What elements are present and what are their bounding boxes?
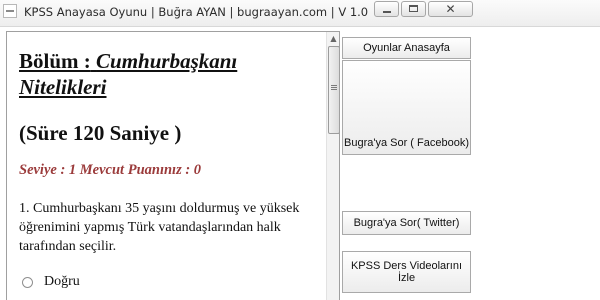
question-content: Bölüm : Cumhurbaşkanı Nitelikleri (Süre … bbox=[19, 48, 319, 290]
duration-text: (Süre 120 Saniye ) bbox=[19, 121, 182, 145]
close-button[interactable]: ✕ bbox=[428, 1, 473, 17]
minimize-icon bbox=[383, 11, 391, 13]
app-icon bbox=[3, 4, 17, 18]
minimize-button[interactable] bbox=[374, 1, 399, 17]
option-true[interactable]: Doğru bbox=[19, 274, 319, 290]
games-home-button[interactable]: Oyunlar Anasayfa bbox=[342, 37, 471, 59]
vertical-scrollbar[interactable]: ▲ bbox=[326, 32, 339, 300]
ask-facebook-button[interactable]: Bugra'ya Sor ( Facebook) bbox=[342, 60, 471, 155]
section-heading: Bölüm : Cumhurbaşkanı Nitelikleri bbox=[19, 48, 319, 100]
maximize-button[interactable] bbox=[401, 1, 426, 17]
app-window: KPSS Anayasa Oyunu | Buğra AYAN | bugraa… bbox=[0, 0, 600, 300]
radio-button[interactable] bbox=[22, 276, 33, 288]
scrollbar-thumb[interactable] bbox=[328, 46, 339, 134]
scroll-up-icon[interactable]: ▲ bbox=[327, 32, 339, 46]
title-bar[interactable]: KPSS Anayasa Oyunu | Buğra AYAN | bugraa… bbox=[0, 0, 600, 27]
question-panel: Bölüm : Cumhurbaşkanı Nitelikleri (Süre … bbox=[6, 31, 340, 300]
watch-videos-button[interactable]: KPSS Ders Videolarını İzle bbox=[342, 251, 471, 293]
section-label: Bölüm : bbox=[19, 49, 91, 73]
window-title: KPSS Anayasa Oyunu | Buğra AYAN | bugraa… bbox=[24, 5, 369, 19]
maximize-icon bbox=[409, 5, 418, 12]
option-true-label: Doğru bbox=[44, 274, 80, 289]
level-score-text: Seviye : 1 Mevcut Puanınız : 0 bbox=[19, 162, 202, 178]
grip-icon bbox=[331, 85, 337, 91]
close-icon: ✕ bbox=[445, 2, 456, 16]
ask-twitter-button[interactable]: Bugra'ya Sor( Twitter) bbox=[342, 211, 471, 235]
question-text: 1. Cumhurbaşkanı 35 yaşını doldurmuş ve … bbox=[19, 201, 300, 254]
